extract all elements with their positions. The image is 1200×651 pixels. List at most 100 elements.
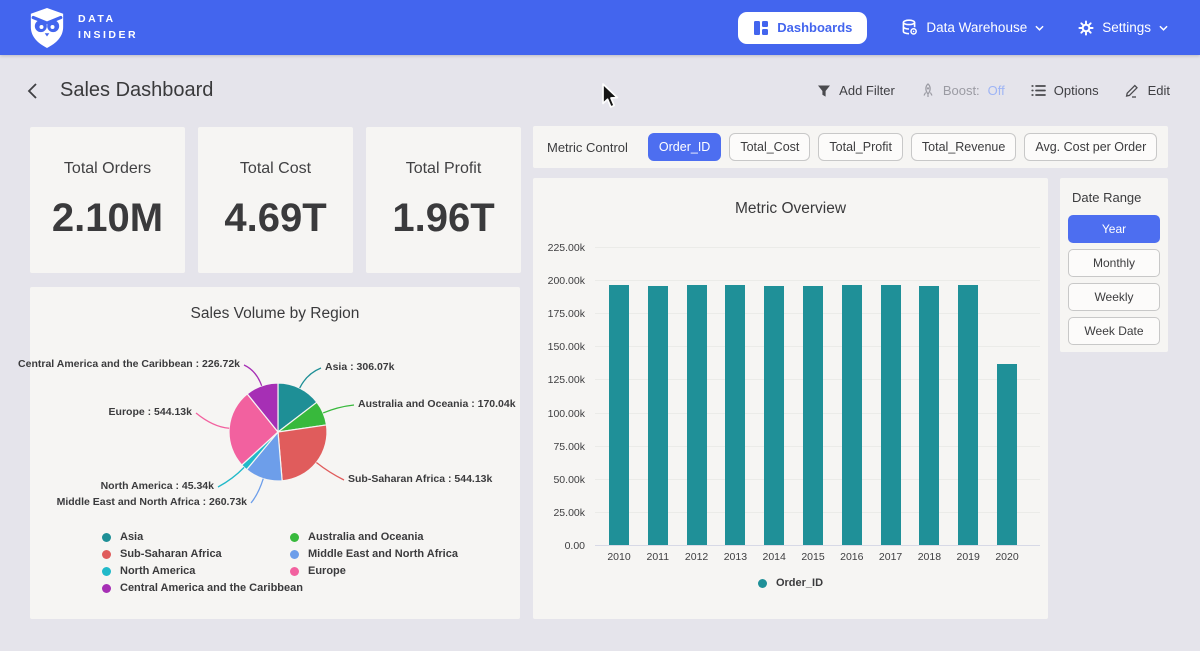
bar-chart-plot-area: 225.00k200.00k175.00k150.00k125.00k100.0… bbox=[595, 247, 1040, 545]
date-range-label: Date Range bbox=[1068, 190, 1160, 205]
bar-2010 bbox=[609, 285, 629, 545]
pie-label-north-america: North America : 45.34k bbox=[101, 480, 214, 492]
pie-callout-line bbox=[196, 413, 229, 428]
dashboards-label: Dashboards bbox=[777, 20, 852, 35]
metric-control-label: Metric Control bbox=[547, 140, 628, 155]
brand-text: DATA INSIDER bbox=[78, 12, 138, 44]
metric-button-total-revenue[interactable]: Total_Revenue bbox=[911, 133, 1016, 161]
kpi-label: Total Orders bbox=[64, 160, 151, 178]
filter-funnel-icon bbox=[817, 84, 831, 98]
chevron-down-icon bbox=[1035, 25, 1044, 31]
bar-chart-title: Metric Overview bbox=[533, 178, 1048, 218]
bar-2017 bbox=[881, 285, 901, 545]
metric-button-order-id[interactable]: Order_ID bbox=[648, 133, 721, 161]
data-warehouse-label: Data Warehouse bbox=[926, 20, 1027, 35]
kpi-label: Total Profit bbox=[406, 160, 482, 178]
bar-2020 bbox=[997, 364, 1017, 545]
pie-label-sub-saharan-africa: Sub-Saharan Africa : 544.13k bbox=[348, 473, 492, 485]
pie-legend: AsiaSub-Saharan AfricaNorth AmericaCentr… bbox=[30, 531, 520, 594]
gridline bbox=[595, 280, 1040, 281]
y-axis-tick-label: 225.00k bbox=[525, 242, 585, 254]
bar-legend-item: Order_ID bbox=[758, 577, 823, 589]
y-axis-tick-label: 175.00k bbox=[525, 308, 585, 320]
pencil-icon bbox=[1125, 83, 1140, 98]
gridline bbox=[595, 545, 1040, 546]
y-axis-tick-label: 150.00k bbox=[525, 341, 585, 353]
bar-2015 bbox=[803, 286, 823, 545]
brand-logo[interactable]: DATA INSIDER bbox=[28, 7, 138, 49]
legend-dot-icon bbox=[102, 567, 111, 576]
bar-2013 bbox=[725, 285, 745, 545]
x-axis-tick-label: 2019 bbox=[948, 551, 988, 563]
pie-legend-item: Middle East and North Africa bbox=[290, 548, 458, 560]
edit-button[interactable]: Edit bbox=[1125, 83, 1170, 98]
x-axis-tick-label: 2018 bbox=[909, 551, 949, 563]
boost-toggle[interactable]: Boost: Off bbox=[921, 83, 1005, 98]
dashboard-grid-icon bbox=[753, 20, 769, 36]
date-range-button-weekly[interactable]: Weekly bbox=[1068, 283, 1160, 311]
metric-button-total-cost[interactable]: Total_Cost bbox=[729, 133, 810, 161]
date-range-button-week-date[interactable]: Week Date bbox=[1068, 317, 1160, 345]
pie-callout-line bbox=[218, 467, 244, 487]
x-axis-tick-label: 2014 bbox=[754, 551, 794, 563]
settings-menu[interactable]: Settings bbox=[1078, 20, 1168, 36]
kpi-row: Total Orders 2.10M Total Cost 4.69T Tota… bbox=[30, 127, 521, 273]
pie-slice bbox=[278, 425, 327, 481]
y-axis-tick-label: 50.00k bbox=[525, 474, 585, 486]
database-icon bbox=[901, 19, 918, 36]
pie-legend-item: Asia bbox=[102, 531, 290, 543]
pie-callout-line bbox=[244, 365, 262, 386]
kpi-card-total-cost: Total Cost 4.69T bbox=[198, 127, 353, 273]
legend-dot-icon bbox=[102, 533, 111, 542]
boost-status: Off bbox=[988, 83, 1005, 98]
kpi-card-total-orders: Total Orders 2.10M bbox=[30, 127, 185, 273]
legend-dot-icon bbox=[102, 550, 111, 559]
top-nav-bar: DATA INSIDER Dashboards Data Warehouse bbox=[0, 0, 1200, 55]
page-title: Sales Dashboard bbox=[60, 79, 213, 102]
data-warehouse-menu[interactable]: Data Warehouse bbox=[901, 19, 1044, 36]
kpi-value: 4.69T bbox=[224, 196, 326, 241]
page-header: Sales Dashboard Add Filter Boost: Off bbox=[0, 55, 1200, 120]
x-axis-tick-label: 2013 bbox=[715, 551, 755, 563]
options-button[interactable]: Options bbox=[1031, 83, 1099, 98]
y-axis-tick-label: 0.00 bbox=[525, 540, 585, 552]
x-axis-tick-label: 2016 bbox=[832, 551, 872, 563]
dashboards-button[interactable]: Dashboards bbox=[738, 12, 867, 44]
pie-callout-line bbox=[300, 368, 321, 388]
chevron-down-icon bbox=[1159, 25, 1168, 31]
x-axis-tick-label: 2011 bbox=[638, 551, 678, 563]
bar-2019 bbox=[958, 285, 978, 545]
y-axis-tick-label: 125.00k bbox=[525, 374, 585, 386]
x-axis-tick-label: 2012 bbox=[677, 551, 717, 563]
pie-label-australia-oceania: Australia and Oceania : 170.04k bbox=[358, 398, 516, 410]
bar-chart-panel: Metric Overview 225.00k200.00k175.00k150… bbox=[533, 178, 1048, 619]
pie-label-europe: Europe : 544.13k bbox=[109, 406, 192, 418]
legend-dot-icon bbox=[102, 584, 111, 593]
x-axis-tick-label: 2010 bbox=[599, 551, 639, 563]
pie-legend-item: Sub-Saharan Africa bbox=[102, 548, 290, 560]
pie-label-middle-east-north-africa: Middle East and North Africa : 260.73k bbox=[57, 496, 247, 508]
pie-legend-item: Australia and Oceania bbox=[290, 531, 458, 543]
legend-dot-icon bbox=[290, 550, 299, 559]
y-axis-tick-label: 75.00k bbox=[525, 441, 585, 453]
legend-dot-icon bbox=[758, 579, 767, 588]
add-filter-button[interactable]: Add Filter bbox=[817, 83, 895, 98]
date-range-button-monthly[interactable]: Monthly bbox=[1068, 249, 1160, 277]
kpi-label: Total Cost bbox=[240, 160, 311, 178]
date-range-button-year[interactable]: Year bbox=[1068, 215, 1160, 243]
metric-button-total-profit[interactable]: Total_Profit bbox=[818, 133, 903, 161]
x-axis-tick-label: 2015 bbox=[793, 551, 833, 563]
y-axis-tick-label: 100.00k bbox=[525, 408, 585, 420]
date-range-panel: Date Range Year Monthly Weekly Week Date bbox=[1060, 178, 1168, 352]
metric-button-avg-cost-per-order[interactable]: Avg. Cost per Order bbox=[1024, 133, 1157, 161]
back-chevron-icon[interactable] bbox=[26, 82, 38, 100]
bar-2011 bbox=[648, 286, 668, 545]
bar-chart-legend: Order_ID bbox=[533, 577, 1048, 589]
pie-callout-line bbox=[323, 405, 354, 413]
pie-label-asia: Asia : 306.07k bbox=[325, 361, 394, 373]
pie-label-central-america-caribbean: Central America and the Caribbean : 226.… bbox=[18, 358, 240, 370]
rocket-icon bbox=[921, 83, 935, 98]
pie-callout-line bbox=[251, 479, 263, 503]
legend-dot-icon bbox=[290, 533, 299, 542]
pie-legend-item: North America bbox=[102, 565, 290, 577]
